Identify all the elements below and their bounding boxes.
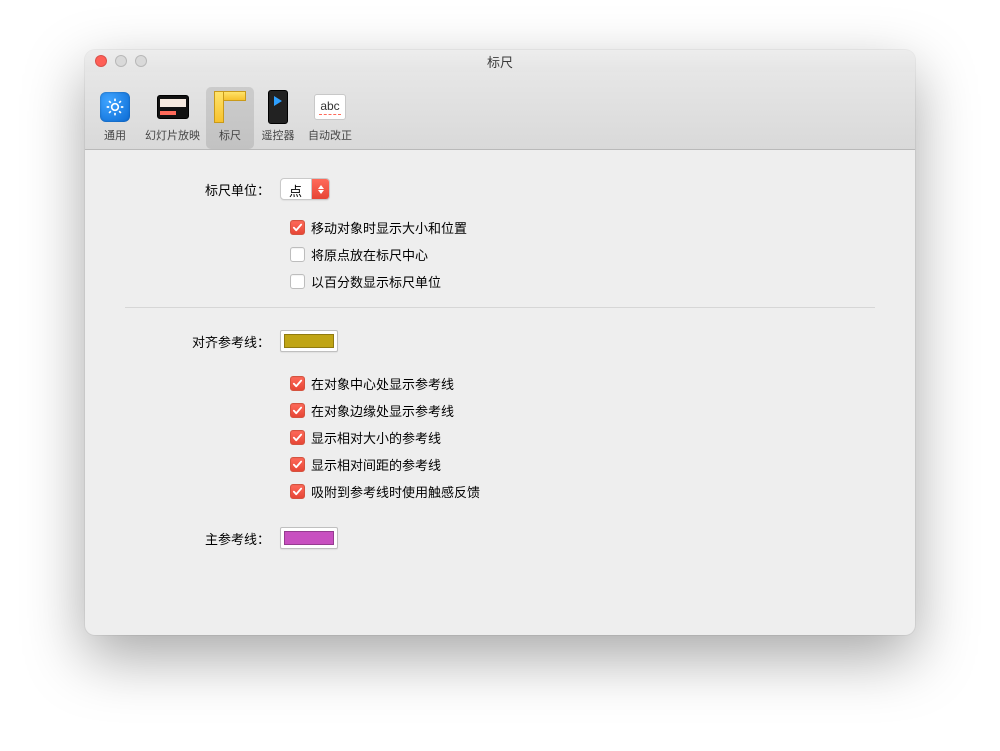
units-checks-group: 移动对象时显示大小和位置 将原点放在标尺中心 以百分数显示标尺单位 [125, 218, 875, 291]
check-label: 吸附到参考线时使用触感反馈 [311, 482, 480, 501]
close-button[interactable] [95, 55, 107, 67]
check-percent-units[interactable]: 以百分数显示标尺单位 [290, 272, 875, 291]
color-swatch [284, 531, 334, 545]
checkbox-icon [290, 220, 305, 235]
check-guides-center[interactable]: 在对象中心处显示参考线 [290, 374, 875, 393]
checkbox-icon [290, 457, 305, 472]
check-label: 将原点放在标尺中心 [311, 245, 428, 264]
guides-checks-group: 在对象中心处显示参考线 在对象边缘处显示参考线 显示相对大小的参考线 显示相对间… [125, 374, 875, 501]
ruler-units-row: 标尺单位： 点 [125, 178, 875, 200]
check-guides-relative-size[interactable]: 显示相对大小的参考线 [290, 428, 875, 447]
check-guides-relative-spacing[interactable]: 显示相对间距的参考线 [290, 455, 875, 474]
zoom-button[interactable] [135, 55, 147, 67]
preferences-toolbar: 通用 幻灯片放映 标尺 遥控器 abc 自动改正 [85, 72, 915, 150]
check-label: 在对象边缘处显示参考线 [311, 401, 454, 420]
tab-label: 遥控器 [262, 127, 295, 143]
alignment-guides-label: 对齐参考线： [125, 332, 280, 351]
main-guides-label: 主参考线： [125, 529, 280, 548]
check-label: 显示相对间距的参考线 [311, 455, 441, 474]
tab-label: 幻灯片放映 [145, 127, 200, 143]
check-label: 移动对象时显示大小和位置 [311, 218, 467, 237]
color-swatch [284, 334, 334, 348]
check-origin-center[interactable]: 将原点放在标尺中心 [290, 245, 875, 264]
alignment-guides-color-well[interactable] [280, 330, 338, 352]
check-label: 显示相对大小的参考线 [311, 428, 441, 447]
tab-remote[interactable]: 遥控器 [254, 87, 302, 149]
tab-label: 自动改正 [308, 127, 352, 143]
ruler-units-label: 标尺单位： [125, 180, 280, 199]
remote-icon [262, 91, 294, 123]
checkbox-icon [290, 430, 305, 445]
section-divider [125, 307, 875, 308]
alignment-guides-row: 对齐参考线： [125, 330, 875, 352]
content-pane: 标尺单位： 点 移动对象时显示大小和位置 [85, 150, 915, 597]
gear-icon [99, 91, 131, 123]
checkbox-icon [290, 403, 305, 418]
minimize-button[interactable] [115, 55, 127, 67]
check-label: 在对象中心处显示参考线 [311, 374, 454, 393]
tab-slideshow[interactable]: 幻灯片放映 [139, 87, 206, 149]
window-controls [85, 55, 147, 67]
ruler-units-value: 点 [281, 179, 311, 199]
check-guides-edges[interactable]: 在对象边缘处显示参考线 [290, 401, 875, 420]
check-guides-haptic[interactable]: 吸附到参考线时使用触感反馈 [290, 482, 875, 501]
preferences-window: 标尺 通用 幻灯片放映 标尺 [85, 50, 915, 635]
ruler-icon [214, 91, 246, 123]
main-guides-color-well[interactable] [280, 527, 338, 549]
tab-label: 标尺 [219, 127, 241, 143]
main-guides-row: 主参考线： [125, 527, 875, 549]
checkbox-icon [290, 484, 305, 499]
tab-label: 通用 [104, 127, 126, 143]
autocorrect-icon: abc [314, 91, 346, 123]
tab-rulers[interactable]: 标尺 [206, 87, 254, 149]
check-show-size-position[interactable]: 移动对象时显示大小和位置 [290, 218, 875, 237]
tab-general[interactable]: 通用 [91, 87, 139, 149]
stepper-arrows-icon [311, 179, 329, 199]
tab-autocorrect[interactable]: abc 自动改正 [302, 87, 358, 149]
checkbox-icon [290, 274, 305, 289]
check-label: 以百分数显示标尺单位 [311, 272, 441, 291]
titlebar: 标尺 [85, 50, 915, 72]
slideshow-icon [157, 91, 189, 123]
window-title: 标尺 [85, 52, 915, 71]
ruler-units-select[interactable]: 点 [280, 178, 330, 200]
checkbox-icon [290, 247, 305, 262]
checkbox-icon [290, 376, 305, 391]
